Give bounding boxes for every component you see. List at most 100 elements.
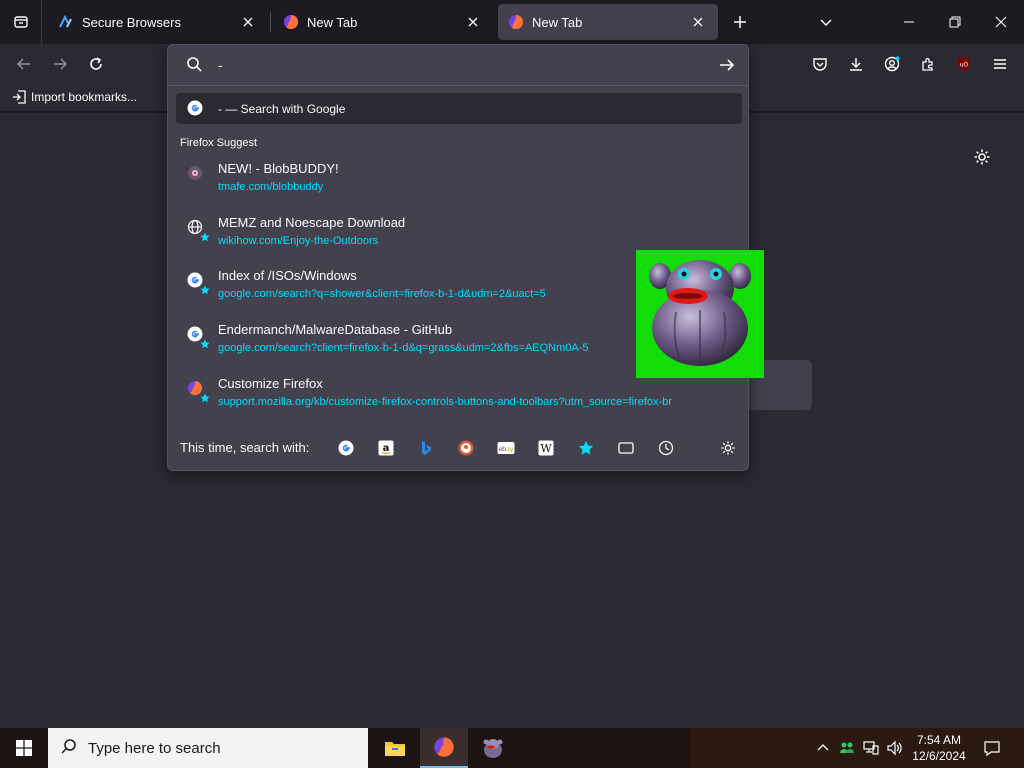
chevron-down-icon bbox=[820, 19, 832, 27]
ebay-icon[interactable]: ebay bbox=[494, 436, 518, 460]
amazon-icon[interactable]: a bbox=[374, 436, 398, 460]
import-bookmarks-label: Import bookmarks... bbox=[31, 90, 138, 104]
restore-button[interactable] bbox=[932, 0, 978, 44]
forward-arrow-icon bbox=[54, 58, 68, 70]
result-url: support.mozilla.org/kb/customize-firefox… bbox=[218, 396, 672, 408]
forward-button[interactable] bbox=[46, 50, 74, 78]
reload-icon bbox=[90, 57, 102, 70]
suggest-result[interactable]: NEW! - BlobBUDDY! tmafe.com/blobbuddy bbox=[176, 161, 742, 209]
import-icon bbox=[13, 90, 26, 104]
bookmark-star-icon bbox=[200, 232, 210, 242]
result-title: Customize Firefox bbox=[218, 376, 323, 391]
reload-button[interactable] bbox=[82, 50, 110, 78]
notifications-button[interactable] bbox=[982, 738, 1002, 758]
result-title: Endermanch/MalwareDatabase - GitHub bbox=[218, 322, 453, 337]
search-icon bbox=[61, 739, 76, 754]
customize-newtab-button[interactable] bbox=[970, 145, 994, 169]
volume-button[interactable] bbox=[884, 738, 904, 758]
account-button[interactable] bbox=[878, 50, 906, 78]
back-button[interactable] bbox=[10, 50, 38, 78]
firefox-view-button[interactable] bbox=[0, 0, 42, 44]
new-tab-button[interactable] bbox=[726, 8, 754, 36]
result-title: - — Search with Google bbox=[218, 102, 346, 116]
blobbuddy-favicon bbox=[187, 165, 207, 185]
tray-app-button[interactable] bbox=[837, 738, 857, 758]
windows-logo-icon bbox=[16, 740, 32, 756]
tab-new-tab[interactable]: New Tab bbox=[273, 4, 493, 40]
clock-date: 12/6/2024 bbox=[912, 749, 966, 763]
secure-browsers-favicon bbox=[59, 14, 72, 28]
search-icon bbox=[187, 57, 202, 72]
tab-strip: Secure Browsers New Tab New Tab bbox=[0, 0, 1024, 44]
back-arrow-icon bbox=[16, 58, 30, 70]
taskbar-search-placeholder: Type here to search bbox=[88, 740, 221, 757]
result-title: MEMZ and Noescape Download bbox=[218, 215, 406, 230]
speaker-icon bbox=[887, 740, 902, 756]
close-window-button[interactable] bbox=[978, 0, 1024, 44]
blobbuddy-icon bbox=[483, 739, 503, 758]
puzzle-piece-icon bbox=[922, 57, 933, 71]
svg-text:y: y bbox=[510, 445, 514, 453]
result-url: wikihow.com/Enjoy-the-Outdoors bbox=[218, 235, 379, 247]
taskbar-clock[interactable]: 7:54 AM 12/6/2024 bbox=[906, 732, 972, 764]
one-off-label: This time, search with: bbox=[180, 440, 310, 455]
tab-title: New Tab bbox=[532, 14, 583, 30]
google-bookmark-icon bbox=[187, 272, 210, 295]
history-icon[interactable] bbox=[654, 436, 678, 460]
close-tab-icon[interactable] bbox=[463, 12, 483, 32]
globe-bookmark-icon bbox=[187, 219, 210, 242]
svg-text:W: W bbox=[540, 442, 552, 455]
firefox-taskbar-button[interactable] bbox=[420, 728, 468, 768]
account-icon bbox=[884, 56, 900, 72]
folder-icon bbox=[385, 742, 405, 756]
windows-taskbar: Type here to search 7:54 AM 12/6/2024 bbox=[0, 728, 1024, 768]
file-explorer-taskbar-button[interactable] bbox=[371, 728, 419, 768]
restore-icon bbox=[949, 16, 961, 28]
suggest-result[interactable]: Customize Firefox support.mozilla.org/kb… bbox=[176, 376, 742, 424]
firefox-icon bbox=[509, 15, 524, 30]
minimize-button[interactable] bbox=[886, 0, 932, 44]
minimize-icon bbox=[904, 21, 914, 23]
result-title: Index of /ISOs/Windows bbox=[218, 268, 357, 283]
one-off-search-row: This time, search with: a ebay W bbox=[168, 432, 748, 462]
tab-secure-browsers[interactable]: Secure Browsers bbox=[48, 4, 268, 40]
heuristic-search-result[interactable]: - — Search with Google bbox=[176, 93, 742, 124]
gear-icon bbox=[721, 441, 735, 455]
search-settings-button[interactable] bbox=[716, 436, 740, 460]
start-button[interactable] bbox=[0, 728, 48, 768]
chevron-up-icon bbox=[817, 744, 829, 751]
list-all-tabs-button[interactable] bbox=[812, 8, 840, 36]
wikipedia-icon[interactable]: W bbox=[534, 436, 558, 460]
close-icon bbox=[995, 16, 1007, 28]
firefox-view-icon bbox=[13, 16, 28, 28]
go-arrow-icon[interactable] bbox=[718, 56, 736, 74]
urlbar-input-row[interactable]: - bbox=[168, 45, 748, 85]
ublock-origin-button[interactable]: uO bbox=[950, 50, 978, 78]
pocket-icon bbox=[813, 58, 827, 71]
ublock-origin-icon: uO bbox=[958, 57, 970, 71]
show-hidden-icons-button[interactable] bbox=[813, 738, 833, 758]
bookmarks-star-icon[interactable] bbox=[574, 436, 598, 460]
google-icon[interactable] bbox=[334, 436, 358, 460]
firefox-icon bbox=[434, 737, 454, 757]
taskbar-search-box[interactable]: Type here to search bbox=[48, 728, 368, 768]
bing-icon[interactable] bbox=[414, 436, 438, 460]
app-menu-button[interactable] bbox=[986, 50, 1014, 78]
people-sync-icon bbox=[840, 742, 854, 753]
close-tab-icon[interactable] bbox=[688, 12, 708, 32]
bookmark-star-icon bbox=[200, 339, 210, 349]
tabs-icon[interactable] bbox=[614, 436, 638, 460]
tab-title: New Tab bbox=[307, 14, 358, 30]
tab-new-tab-selected[interactable]: New Tab bbox=[498, 4, 718, 40]
close-tab-icon[interactable] bbox=[238, 12, 258, 32]
downloads-button[interactable] bbox=[842, 50, 870, 78]
tab-title: Secure Browsers bbox=[82, 14, 181, 30]
blobbuddy-taskbar-button[interactable] bbox=[469, 728, 517, 768]
download-icon bbox=[850, 58, 862, 71]
duckduckgo-icon[interactable] bbox=[454, 436, 478, 460]
import-bookmarks-button[interactable]: Import bookmarks... bbox=[12, 90, 137, 104]
pocket-button[interactable] bbox=[806, 50, 834, 78]
urlbar-input[interactable]: - bbox=[218, 57, 223, 73]
network-button[interactable] bbox=[861, 738, 881, 758]
extensions-button[interactable] bbox=[914, 50, 942, 78]
